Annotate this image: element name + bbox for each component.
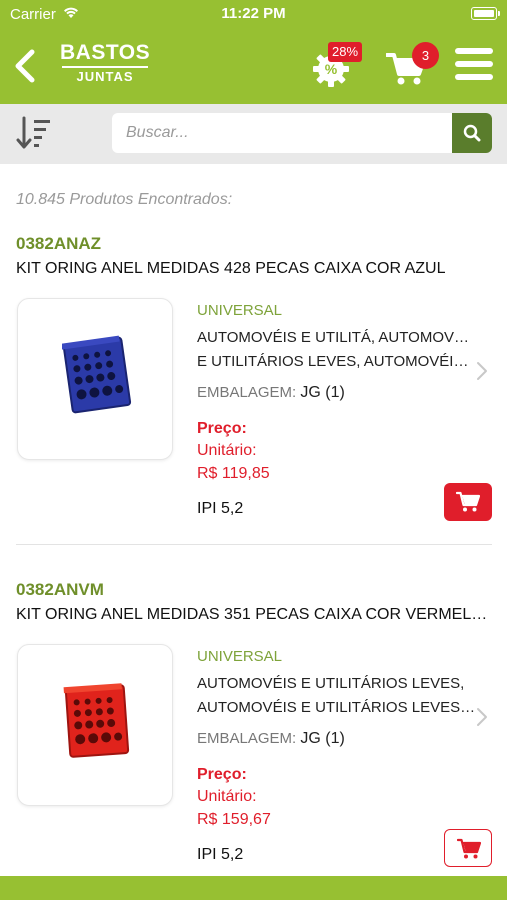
price-label: Preço: — [197, 420, 247, 437]
back-icon — [15, 49, 35, 83]
product-code: 0382ANAZ — [16, 234, 102, 253]
sort-button[interactable] — [16, 116, 52, 152]
unit-label: Unitário: — [197, 788, 257, 805]
product-name: KIT ORING ANEL MEDIDAS 428 PECAS CAIXA C… — [16, 260, 446, 277]
clock: 11:22 PM — [221, 5, 286, 22]
search-button[interactable] — [452, 113, 492, 153]
cart-button[interactable]: 3 — [386, 42, 442, 90]
product-brand: UNIVERSAL — [197, 302, 283, 319]
cart-count-badge: 3 — [412, 42, 439, 69]
product-name: KIT ORING ANEL MEDIDAS 351 PECAS CAIXA C… — [16, 606, 491, 623]
application-line-2: AUTOMOVÉIS E UTILITÁRIOS LEVES, AUTOMOVÉ… — [197, 699, 477, 716]
cart-icon — [456, 491, 480, 512]
search-icon — [463, 124, 481, 142]
packaging-value: JG (1) — [300, 730, 345, 747]
price-label: Preço: — [197, 766, 247, 783]
product-divider — [16, 544, 492, 545]
packaging-label: EMBALAGEM: — [197, 384, 297, 401]
product-image[interactable] — [17, 298, 173, 460]
cart-icon — [457, 838, 481, 859]
search-box — [112, 113, 492, 153]
bastos-juntas-logo: BASTOS JUNTAS — [60, 42, 150, 90]
packaging-value: JG (1) — [300, 384, 345, 401]
product-application: AUTOMOVÉIS E UTILITÁRIOS LEVES, AUTOMOVÉ… — [197, 672, 477, 720]
logo-line-1: BASTOS — [60, 41, 151, 64]
product-application: AUTOMOVÉIS E UTILITÁ, AUTOMOVÉIS E UTILI… — [197, 326, 477, 374]
sort-icon — [16, 116, 50, 149]
oring-kit-red-image — [63, 683, 130, 758]
product-price: R$ 159,67 — [197, 811, 271, 828]
promo-badge: 28% — [328, 42, 363, 62]
status-bar: Carrier 11:22 PM — [0, 0, 507, 28]
search-input[interactable] — [112, 113, 452, 153]
search-row — [0, 104, 507, 164]
chevron-right-icon[interactable] — [475, 706, 489, 728]
unit-label: Unitário: — [197, 442, 257, 459]
menu-button[interactable] — [455, 48, 493, 84]
logo-line-2: JUNTAS — [76, 69, 134, 84]
add-to-cart-button[interactable] — [444, 829, 492, 867]
svg-text:%: % — [325, 61, 338, 77]
logo-rule — [62, 66, 148, 68]
product-packaging: EMBALAGEM: JG (1) — [197, 384, 345, 402]
application-line-1: AUTOMOVÉIS E UTILITÁRIOS LEVES, — [197, 675, 465, 692]
oring-kit-blue-image — [62, 335, 132, 414]
back-button[interactable] — [10, 46, 42, 86]
application-line-1: AUTOMOVÉIS E UTILITÁ, AUTOMOVÉIS — [197, 329, 477, 346]
add-to-cart-button[interactable] — [444, 483, 492, 521]
product-packaging: EMBALAGEM: JG (1) — [197, 730, 345, 748]
header-bar: BASTOS JUNTAS % 28% 3 — [0, 28, 507, 104]
results-count: 10.845 Produtos Encontrados: — [16, 191, 233, 208]
product-brand: UNIVERSAL — [197, 648, 283, 665]
packaging-label: EMBALAGEM: — [197, 730, 297, 747]
product-code: 0382ANVM — [16, 580, 104, 599]
battery-icon — [471, 7, 500, 20]
promotions-button[interactable]: % 28% — [310, 42, 370, 90]
app-screen: Carrier 11:22 PM BASTOS JUNTAS % 28% 3 B… — [0, 0, 507, 900]
product-image[interactable] — [17, 644, 173, 806]
product-ipi: IPI 5,2 — [197, 500, 244, 517]
menu-icon-bar — [455, 61, 493, 67]
application-line-2: E UTILITÁRIOS LEVES, AUTOMOVÉIS E UTILIT… — [197, 353, 477, 370]
menu-icon-bar — [455, 48, 493, 54]
bottom-bar — [0, 876, 507, 900]
product-ipi: IPI 5,2 — [197, 846, 244, 863]
product-price: R$ 119,85 — [197, 465, 270, 482]
chevron-right-icon[interactable] — [475, 360, 489, 382]
menu-icon-bar — [455, 74, 493, 80]
